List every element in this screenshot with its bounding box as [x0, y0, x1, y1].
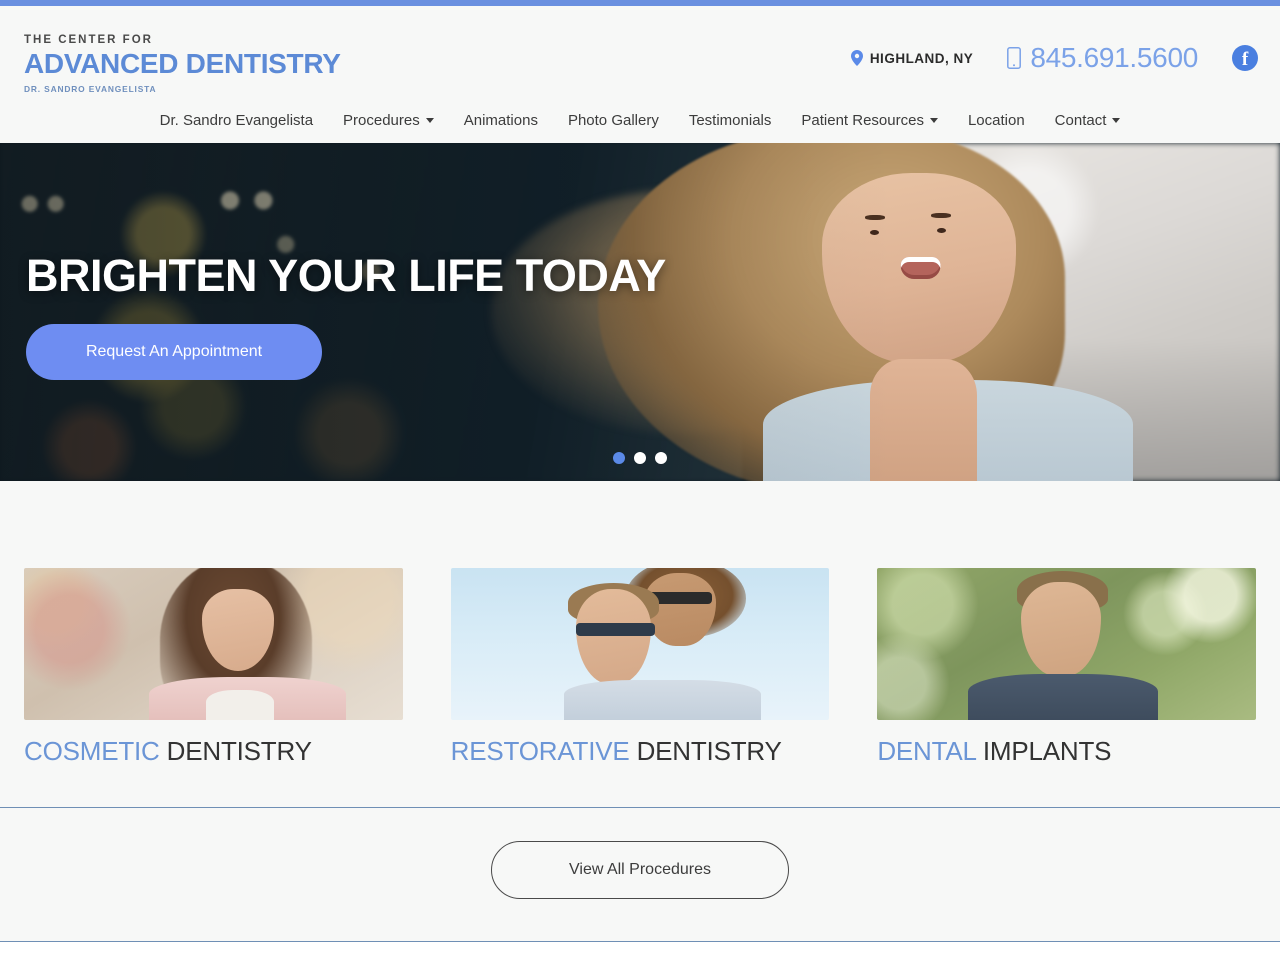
nav-item-animations[interactable]: Animations: [449, 112, 553, 129]
site-header: THE CENTER FOR ADVANCED DENTISTRY DR. SA…: [0, 6, 1280, 143]
nav-item-location[interactable]: Location: [953, 112, 1040, 129]
hero-headline: BRIGHTEN YOUR LIFE TODAY: [26, 250, 666, 301]
nav-label: Procedures: [343, 112, 420, 129]
service-title-rest: DENTISTRY: [159, 736, 312, 766]
page-root: THE CENTER FOR ADVANCED DENTISTRY DR. SA…: [0, 0, 1280, 960]
hero-carousel: BRIGHTEN YOUR LIFE TODAY Request An Appo…: [0, 143, 1280, 481]
services-card-row: COSMETIC DENTISTRY RESTORATIVE DENTISTRY: [0, 568, 1280, 767]
view-all-band: View All Procedures: [0, 808, 1280, 941]
map-pin-icon: [850, 50, 863, 66]
nav-label: Dr. Sandro Evangelista: [159, 112, 314, 129]
photo-couple-torso: [564, 680, 762, 720]
mobile-phone-icon: [1007, 47, 1022, 69]
chevron-down-icon: [1112, 118, 1121, 123]
chevron-down-icon: [425, 118, 434, 123]
nav-label: Patient Resources: [801, 112, 924, 129]
site-logo[interactable]: THE CENTER FOR ADVANCED DENTISTRY DR. SA…: [24, 33, 341, 95]
section-spacer: [0, 767, 1280, 807]
nav-label: Location: [967, 112, 1025, 129]
service-card-title: DENTAL IMPLANTS: [877, 736, 1256, 767]
nav-label: Animations: [463, 112, 538, 129]
service-card-cosmetic[interactable]: COSMETIC DENTISTRY: [24, 568, 403, 767]
carousel-dot-1[interactable]: [613, 452, 625, 464]
service-card-title: COSMETIC DENTISTRY: [24, 736, 403, 767]
nav-item-procedures[interactable]: Procedures: [328, 112, 449, 129]
restorative-dentistry-image: [450, 568, 830, 720]
logo-line-top: THE CENTER FOR: [24, 34, 153, 46]
photo-man-sunglasses: [575, 622, 656, 637]
nav-item-contact[interactable]: Contact: [1040, 112, 1136, 129]
facebook-icon[interactable]: f: [1232, 45, 1258, 71]
phone-link[interactable]: 845.691.5600: [1007, 42, 1198, 74]
footer-spacer: [0, 942, 1280, 960]
location-link[interactable]: HIGHLAND, NY: [850, 50, 974, 66]
chevron-down-icon: [929, 118, 938, 123]
nav-item-photo-gallery[interactable]: Photo Gallery: [553, 112, 674, 129]
main-navigation: Dr. Sandro Evangelista Procedures Animat…: [0, 112, 1280, 129]
cosmetic-dentistry-image: [24, 568, 403, 720]
carousel-dot-2[interactable]: [634, 452, 646, 464]
nav-item-testimonials[interactable]: Testimonials: [674, 112, 787, 129]
service-title-rest: IMPLANTS: [975, 736, 1112, 766]
nav-item-patient-resources[interactable]: Patient Resources: [786, 112, 953, 129]
hero-content: BRIGHTEN YOUR LIFE TODAY Request An Appo…: [26, 253, 666, 380]
view-all-procedures-button[interactable]: View All Procedures: [491, 841, 789, 899]
carousel-dot-3[interactable]: [655, 452, 667, 464]
service-title-rest: DENTISTRY: [629, 736, 782, 766]
photo-man3-head: [1021, 581, 1101, 676]
nav-label: Contact: [1054, 112, 1107, 129]
service-card-restorative[interactable]: RESTORATIVE DENTISTRY: [450, 568, 830, 767]
service-title-accent: RESTORATIVE: [450, 736, 630, 766]
location-label: HIGHLAND, NY: [869, 50, 974, 66]
nav-label: Testimonials: [688, 112, 772, 129]
request-appointment-button[interactable]: Request An Appointment: [26, 324, 322, 380]
phone-number: 845.691.5600: [1030, 42, 1198, 73]
service-title-accent: DENTAL: [877, 736, 976, 766]
services-section: COSMETIC DENTISTRY RESTORATIVE DENTISTRY: [0, 481, 1280, 767]
logo-line-doctor: DR. SANDRO EVANGELISTA: [24, 84, 157, 94]
dental-implants-image: [877, 568, 1257, 720]
service-title-accent: COSMETIC: [24, 736, 160, 766]
photo-man3-shirt: [968, 674, 1158, 720]
logo-line-main: ADVANCED DENTISTRY: [24, 48, 341, 79]
carousel-dots: [0, 452, 1280, 464]
nav-item-doctor[interactable]: Dr. Sandro Evangelista: [145, 112, 328, 129]
photo-man-head: [575, 589, 652, 684]
service-card-title: RESTORATIVE DENTISTRY: [451, 736, 830, 767]
nav-label: Photo Gallery: [567, 112, 659, 129]
facebook-glyph: f: [1241, 48, 1249, 70]
header-contact-group: HIGHLAND, NY 845.691.5600 f: [850, 42, 1258, 74]
service-card-implants[interactable]: DENTAL IMPLANTS: [877, 568, 1257, 767]
photo-shirt: [205, 689, 274, 720]
